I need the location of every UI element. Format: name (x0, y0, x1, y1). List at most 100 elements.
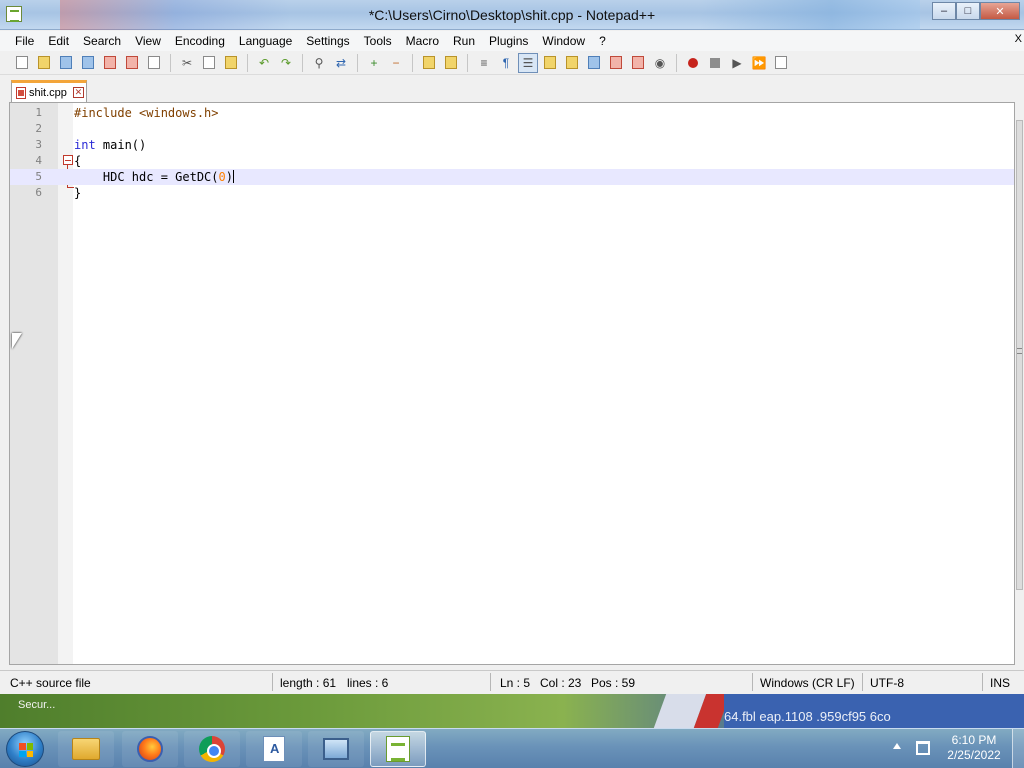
menu-window[interactable]: Window (535, 34, 592, 48)
print-icon[interactable] (144, 53, 164, 73)
word-wrap-icon[interactable]: ≡ (474, 53, 494, 73)
tab-close-icon[interactable]: ✕ (72, 87, 84, 98)
menu-view[interactable]: View (128, 34, 168, 48)
show-all-chars-icon[interactable]: ¶ (496, 53, 516, 73)
status-position: Pos : 59 (591, 676, 636, 690)
code-line[interactable]: 1 #include <windows.h> (10, 105, 1014, 121)
notepadpp-icon (386, 736, 410, 762)
menu-tools[interactable]: Tools (357, 34, 399, 48)
status-length: length : 61 (280, 676, 337, 690)
line-number: 4 (35, 154, 42, 167)
toolbar: ✂ ↶ ↷ ⚲ ⇄ + − ≡ ¶ ☰ ◉ ▶ ⏩ (0, 51, 1024, 75)
status-encoding[interactable]: UTF-8 (870, 676, 904, 690)
show-desktop-button[interactable] (1012, 729, 1024, 768)
scrollbar-thumb[interactable] (1016, 120, 1023, 590)
taskbar-explorer[interactable] (58, 731, 114, 767)
macro-run-multiple-icon[interactable]: ⏩ (749, 53, 769, 73)
taskbar-chrome[interactable] (184, 731, 240, 767)
status-divider (490, 673, 491, 691)
replace-icon[interactable]: ⇄ (331, 53, 351, 73)
status-insert-mode[interactable]: INS (990, 676, 1010, 690)
save-icon[interactable] (56, 53, 76, 73)
close-button[interactable]: ✕ (980, 2, 1020, 20)
zoom-out-icon[interactable]: − (386, 53, 406, 73)
current-code-line[interactable]: 5 HDC hdc = GetDC(0) (10, 169, 1014, 185)
menu-macro[interactable]: Macro (399, 34, 446, 48)
menu-file[interactable]: File (8, 34, 41, 48)
tab-bar: shit.cpp ✕ (0, 76, 1024, 102)
eye-icon[interactable]: ◉ (650, 53, 670, 73)
taskbar-firefox[interactable] (122, 731, 178, 767)
close-document-icon[interactable]: X (1015, 33, 1022, 45)
macro-play-icon[interactable]: ▶ (727, 53, 747, 73)
maximize-button[interactable]: □ (956, 2, 980, 20)
macro-save-icon[interactable] (771, 53, 791, 73)
desktop-background: Secur... 64.fbl eap.1108 .959cf95 6co (0, 694, 1024, 728)
udl-icon[interactable] (540, 53, 560, 73)
desktop-item-label[interactable]: Secur... (18, 699, 55, 711)
taskbar-notepadpp[interactable] (370, 731, 426, 767)
show-hidden-icons-icon[interactable] (893, 743, 901, 749)
tab-label: shit.cpp (29, 86, 67, 99)
status-file-type: C++ source file (10, 676, 91, 690)
menu-bar: File Edit Search View Encoding Language … (0, 31, 1024, 51)
scrollbar-grip-icon (1017, 348, 1022, 354)
redo-icon[interactable]: ↷ (276, 53, 296, 73)
firefox-icon (137, 736, 163, 762)
menu-search[interactable]: Search (76, 34, 128, 48)
menu-help[interactable]: ? (592, 34, 613, 48)
code-editor[interactable]: 1 #include <windows.h> 2 3 int main() 4 … (9, 102, 1015, 665)
function-list-icon[interactable] (584, 53, 604, 73)
vertical-scrollbar[interactable] (1015, 102, 1024, 665)
minimize-button[interactable]: – (932, 2, 956, 20)
indent-guide-icon[interactable]: ☰ (518, 52, 538, 73)
taskbar-wordpad[interactable] (246, 731, 302, 767)
windows-logo-icon (19, 743, 33, 757)
paste-icon[interactable] (221, 53, 241, 73)
menu-encoding[interactable]: Encoding (168, 34, 232, 48)
line-number: 5 (35, 170, 42, 183)
taskbar-remote-desktop[interactable] (308, 731, 364, 767)
sync-horizontal-icon[interactable] (441, 53, 461, 73)
macro-record-icon[interactable] (683, 53, 703, 73)
clock-time: 6:10 PM (951, 733, 997, 747)
status-bar: C++ source file length : 61 lines : 6 Ln… (0, 670, 1024, 693)
tab-shit-cpp[interactable]: shit.cpp ✕ (11, 80, 87, 102)
new-file-icon[interactable] (12, 53, 32, 73)
menu-language[interactable]: Language (232, 34, 299, 48)
menu-settings[interactable]: Settings (299, 34, 356, 48)
code-line[interactable]: 3 int main() (10, 137, 1014, 153)
zoom-in-icon[interactable]: + (364, 53, 384, 73)
title-bar[interactable]: *C:\Users\Cirno\Desktop\shit.cpp - Notep… (0, 0, 1024, 30)
network-icon[interactable] (916, 741, 930, 755)
copy-icon[interactable] (199, 53, 219, 73)
code-line[interactable]: 6 } (10, 185, 1014, 201)
close-all-icon[interactable] (122, 53, 142, 73)
open-file-icon[interactable] (34, 53, 54, 73)
start-button[interactable] (6, 731, 44, 767)
menu-edit[interactable]: Edit (41, 34, 76, 48)
status-lines: lines : 6 (347, 676, 389, 690)
wordpad-icon (263, 736, 285, 762)
code-line[interactable]: 4 { (10, 153, 1014, 169)
system-clock[interactable]: 6:10 PM 2/25/2022 (938, 733, 1010, 763)
folder-workspace-icon[interactable] (606, 53, 626, 73)
monitoring-icon[interactable] (628, 53, 648, 73)
close-file-icon[interactable] (100, 53, 120, 73)
status-eol[interactable]: Windows (CR LF) (760, 676, 855, 690)
status-divider (862, 673, 863, 691)
menu-run[interactable]: Run (446, 34, 482, 48)
code-text: HDC hdc = GetDC(0) (74, 169, 234, 185)
find-icon[interactable]: ⚲ (309, 53, 329, 73)
macro-stop-icon[interactable] (705, 53, 725, 73)
doc-map-icon[interactable] (562, 53, 582, 73)
number-token: 0 (218, 170, 226, 184)
window-title: *C:\Users\Cirno\Desktop\shit.cpp - Notep… (368, 7, 656, 23)
cut-icon[interactable]: ✂ (177, 53, 197, 73)
save-all-icon[interactable] (78, 53, 98, 73)
undo-icon[interactable]: ↶ (254, 53, 274, 73)
menu-plugins[interactable]: Plugins (482, 34, 535, 48)
line-number: 6 (35, 186, 42, 199)
code-line[interactable]: 2 (10, 121, 1014, 137)
sync-vertical-icon[interactable] (419, 53, 439, 73)
